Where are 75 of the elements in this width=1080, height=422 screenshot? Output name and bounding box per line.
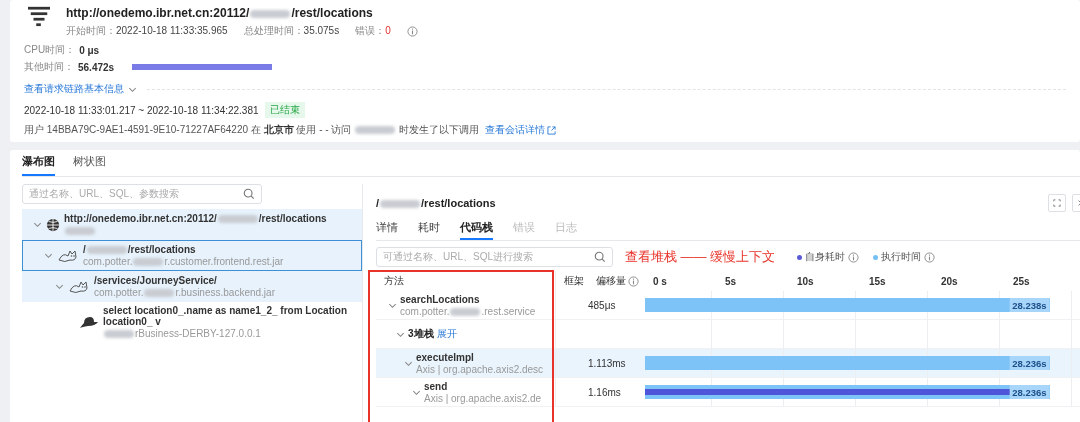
method-name: send xyxy=(424,380,448,392)
meta-item: 总处理时间：35.075s xyxy=(243,24,340,38)
info-link[interactable]: 查看请求链路基本信息 xyxy=(24,82,124,96)
metric-value: 56.472s xyxy=(78,61,116,73)
chevron-icon[interactable] xyxy=(55,282,64,291)
tree-node[interactable]: select location0_.name as name1_2_ from Location location0_ v rBusiness-DERBY-127.0.0.1 xyxy=(22,302,362,342)
method-name: searchLocations xyxy=(400,293,480,305)
axis-tick: 5s xyxy=(725,275,738,287)
external-link-icon[interactable] xyxy=(546,125,556,135)
stack-row[interactable]: send Axis | org.apache.axis2.de 1.16ms 28.236s xyxy=(376,378,1080,407)
offset-value: 1.113ms xyxy=(588,357,626,369)
node-subtitle: rBusiness-DERBY-127.0.0.1 xyxy=(103,328,261,339)
chevron-icon[interactable] xyxy=(33,220,42,229)
search-icon[interactable] xyxy=(594,251,606,263)
detail-tab[interactable]: 详情 xyxy=(376,220,398,240)
node-title: / /rest/locations xyxy=(83,244,196,255)
legend-label: 执行时间 xyxy=(881,250,922,264)
annotation-text: 查看堆栈 —— 缓慢上下文 xyxy=(625,248,776,266)
info-icon xyxy=(628,275,639,287)
info-icon xyxy=(924,251,936,263)
node-title: /services/JourneyService/ xyxy=(94,275,217,286)
node-title: http://onedemo.ibr.net.cn:20112/ /rest/locations xyxy=(64,213,327,224)
tree-node[interactable]: / /rest/locations com.potter. r.customer.frontend.rest.jar xyxy=(22,240,362,271)
fullscreen-icon xyxy=(1053,199,1061,207)
detail-tab[interactable]: 耗时 xyxy=(418,220,440,240)
info-icon xyxy=(848,251,860,263)
status-tag: 已结束 xyxy=(264,102,305,118)
duration-label: 28.236s xyxy=(1009,356,1050,370)
axis-tick: 25s xyxy=(1013,275,1031,287)
duration-label: 28.236s xyxy=(1009,385,1050,399)
view-tab[interactable]: 瀑布图 xyxy=(22,154,55,176)
info-icon xyxy=(406,25,418,37)
stack-row[interactable]: searchLocations com.potter. .rest.service 485μs 28.238s xyxy=(376,291,1080,320)
column-header: 方法 xyxy=(384,274,404,288)
meta-item: 开始时间：2022-10-18 11:33:35.965 xyxy=(66,24,228,38)
method-class: Axis | org.apache.axis2.de xyxy=(424,392,542,404)
axis-tick: 15s xyxy=(869,275,887,287)
method-name: executeImpl xyxy=(416,351,474,363)
legend-label: 自身耗时 xyxy=(805,250,846,264)
detail-title: / /rest/locations xyxy=(376,197,496,209)
axis-tick: 10s xyxy=(797,275,815,287)
stack-group-label: 3堆栈 xyxy=(408,327,434,341)
search-icon[interactable] xyxy=(243,188,255,200)
stack-row[interactable]: executeImpl Axis | org.apache.axis2.desc 1.113ms 28.236s xyxy=(376,349,1080,378)
globe-icon xyxy=(46,217,60,232)
method-class: Axis | org.apache.axis2.desc xyxy=(416,363,544,375)
duration-label: 28.238s xyxy=(1009,298,1050,312)
tree-node[interactable]: /services/JourneyService/ com.potter. r.business.backend.jar xyxy=(22,271,362,302)
detail-tab[interactable]: 代码栈 xyxy=(460,220,493,240)
hat-icon xyxy=(79,315,99,329)
node-title: select location0_.name as name1_2_ from Location location0_ v xyxy=(103,305,348,327)
metric-label: 其他时间： xyxy=(24,60,74,74)
time-range: 2022-10-18 11:33:01.217 ~ 2022-10-18 11:34:22.381 xyxy=(24,104,259,116)
expand-link[interactable]: 展开 xyxy=(436,327,457,341)
meta-item: 错误：0 xyxy=(355,24,391,38)
request-url: http://onedemo.ibr.net.cn:20112/ /rest/locations xyxy=(66,6,374,20)
axis-tick: 20s xyxy=(941,275,959,287)
column-header: 偏移量 xyxy=(596,274,626,288)
offset-value: 485μs xyxy=(588,299,616,311)
method-class: com.potter. .rest.service xyxy=(400,305,536,317)
metric-value: 0 μs xyxy=(79,44,101,56)
fullscreen-button[interactable] xyxy=(1048,194,1066,212)
view-tab[interactable]: 树状图 xyxy=(73,154,106,176)
metric-label: CPU时间： xyxy=(24,43,76,57)
offset-value: 1.16ms xyxy=(588,386,621,398)
node-subtitle: com.potter. r.business.backend.jar xyxy=(94,287,275,298)
column-header: 框架 xyxy=(564,274,584,288)
waterfall-icon xyxy=(28,5,50,27)
tree-node[interactable]: http://onedemo.ibr.net.cn:20112/ /rest/locations xyxy=(22,209,362,240)
chevron-icon[interactable] xyxy=(44,251,53,260)
session-link[interactable]: 查看会话详情 xyxy=(484,123,556,137)
axis-tick: 0 s xyxy=(653,275,668,287)
node-subtitle xyxy=(64,225,96,236)
node-subtitle: com.potter. r.customer.frontend.rest.jar xyxy=(83,256,284,267)
user-sentence: 用户 14BBA79C-9AE1-4591-9E10-71227AF64220 在 北京市 使用 - - 访问 时发生了以下调用 xyxy=(24,123,479,137)
